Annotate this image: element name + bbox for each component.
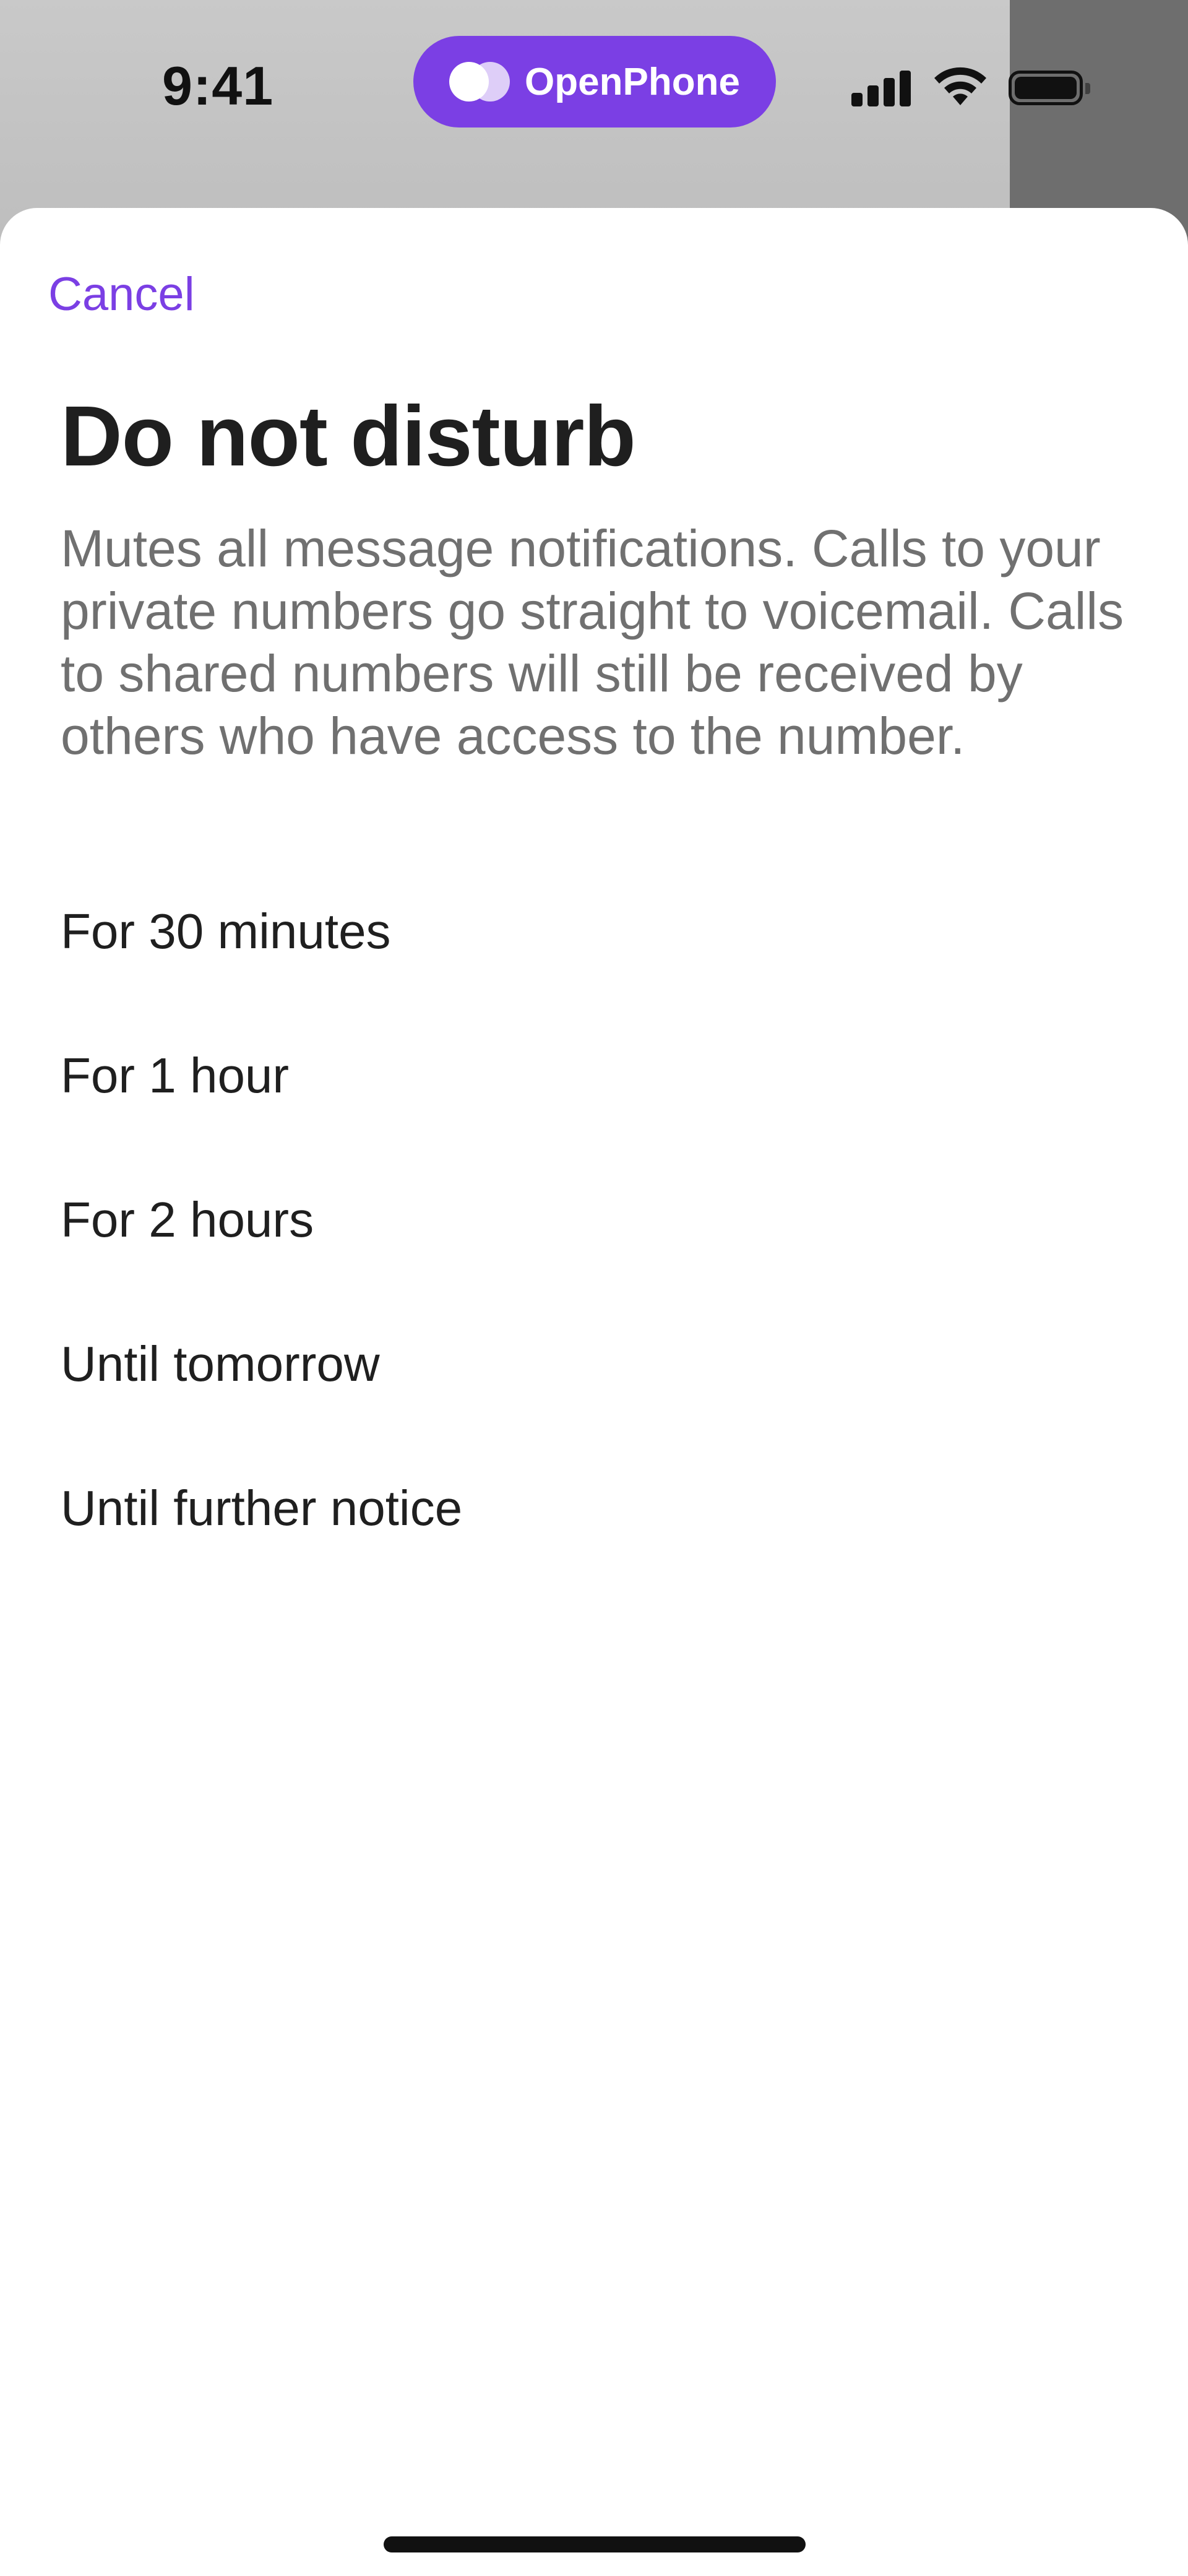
option-until-further-notice[interactable]: Until further notice — [0, 1436, 1188, 1580]
cancel-button[interactable]: Cancel — [48, 267, 195, 321]
battery-cap — [1085, 83, 1090, 94]
home-indicator[interactable] — [384, 2536, 806, 2552]
option-2-hours[interactable]: For 2 hours — [0, 1148, 1188, 1292]
option-until-tomorrow[interactable]: Until tomorrow — [0, 1292, 1188, 1436]
status-icons — [851, 66, 1093, 109]
do-not-disturb-sheet: Cancel Do not disturb Mutes all message … — [0, 208, 1188, 2576]
brand-name: OpenPhone — [525, 60, 740, 103]
openphone-logo-icon — [449, 62, 511, 102]
option-30-minutes[interactable]: For 30 minutes — [0, 859, 1188, 1003]
status-bar: 9:41 OpenPhone — [0, 0, 1188, 179]
status-time: 9:41 — [162, 55, 274, 116]
duration-options-list: For 30 minutes For 1 hour For 2 hours Un… — [0, 859, 1188, 1580]
cellular-signal-icon — [851, 69, 913, 106]
page-description: Mutes all message notifications. Calls t… — [61, 519, 1124, 765]
battery-icon — [1009, 71, 1083, 105]
page-title: Do not disturb — [61, 389, 636, 484]
option-1-hour[interactable]: For 1 hour — [0, 1003, 1188, 1148]
wifi-icon — [934, 67, 986, 105]
brand-pill: OpenPhone — [413, 36, 776, 128]
